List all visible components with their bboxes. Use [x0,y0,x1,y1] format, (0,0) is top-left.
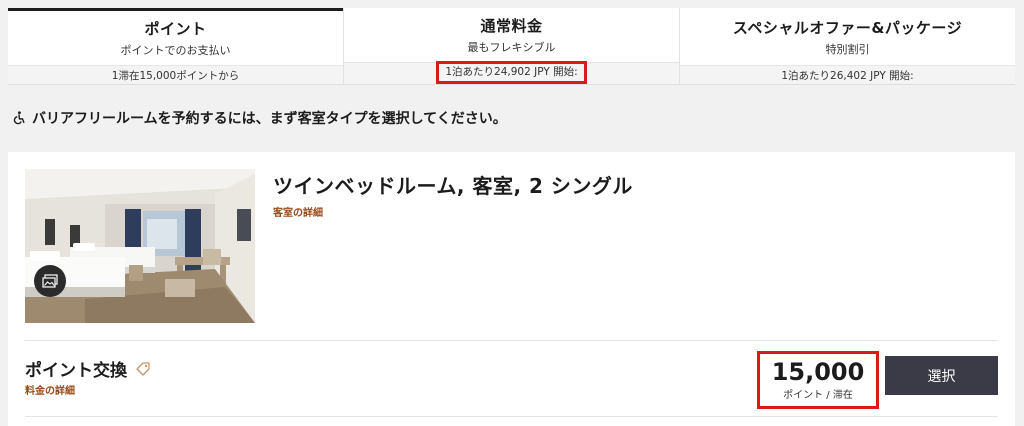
room-image [25,169,255,323]
points-price: 15,000 ポイント / 滞在 [757,351,879,409]
tab-special-offers[interactable]: スペシャルオファー&パッケージ 特別割引 1泊あたり26,402 JPY 開始: [679,8,1015,84]
gallery-icon [42,274,58,288]
tab-price: 1滞在15,000ポイントから [111,69,240,82]
rate-name: ポイント交換 [25,356,151,381]
tab-subtitle: 特別割引 [825,42,870,56]
tab-standard-rate[interactable]: 通常料金 最もフレキシブル 1泊あたり24,902 JPY 開始: [343,8,679,84]
tab-title: スペシャルオファー&パッケージ [732,18,963,37]
room-card: ツインベッドルーム, 客室, 2 シングル 客室の詳細 ポイント交換 料金の詳細… [8,152,1015,426]
rate-details-link[interactable]: 料金の詳細 [25,382,75,397]
select-button[interactable]: 選択 [885,356,998,395]
accessibility-notice: バリアフリールームを予約するには、まず客室タイプを選択してください。 [12,108,507,128]
tab-price: 1泊あたり26,402 JPY 開始: [781,69,914,82]
points-unit: ポイント / 滞在 [783,390,853,401]
room-details-link[interactable]: 客室の詳細 [273,204,323,219]
divider [25,340,998,341]
rate-tabs: ポイント ポイントでのお支払い 1滞在15,000ポイントから 通常料金 最もフ… [8,8,1015,85]
room-photo[interactable] [25,169,255,323]
rate-name-label: ポイント交換 [25,361,127,381]
tab-subtitle: 最もフレキシブル [467,41,556,54]
tag-icon[interactable] [135,361,151,377]
tab-points[interactable]: ポイント ポイントでのお支払い 1滞在15,000ポイントから [8,8,343,84]
wheelchair-icon [13,111,25,125]
room-title: ツインベッドルーム, 客室, 2 シングル [273,174,633,198]
tab-title: 通常料金 [480,17,543,35]
tab-title: ポイント [144,20,207,38]
gallery-button[interactable] [34,265,66,297]
tab-subtitle: ポイントでのお支払い [120,44,231,57]
notice-text: バリアフリールームを予約するには、まず客室タイプを選択してください。 [32,111,507,127]
tab-price-highlighted: 1泊あたり24,902 JPY 開始: [436,61,587,84]
divider [25,416,998,417]
points-value: 15,000 [771,358,865,386]
